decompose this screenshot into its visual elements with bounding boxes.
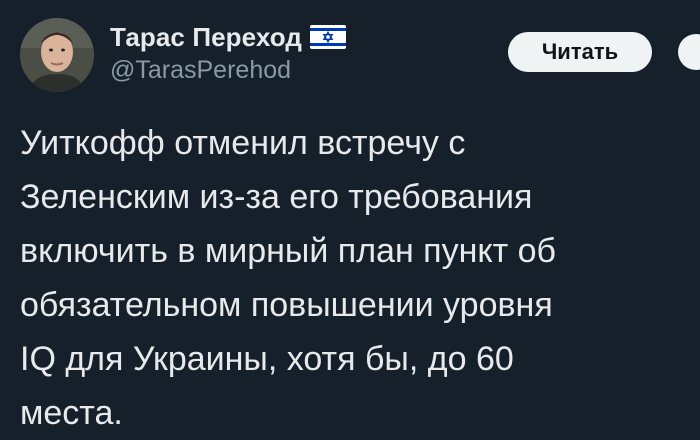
tweet-line: места.	[20, 394, 123, 432]
author-block: Тарас Переход @TarasPerehod	[110, 20, 347, 85]
follow-button[interactable]: Читать	[508, 32, 652, 72]
display-name[interactable]: Тарас Переход	[110, 22, 302, 53]
more-icon[interactable]	[672, 28, 700, 76]
author-handle[interactable]: @TarasPerehod	[110, 56, 346, 85]
avatar[interactable]	[20, 18, 94, 92]
tweet-line: IQ для Украины, хотя бы, до 60	[20, 340, 514, 378]
name-row: Тарас Переход	[110, 20, 347, 54]
israel-flag-icon	[310, 25, 347, 49]
tweet-text: Уиткофф отменил встречу с Зеленским из-з…	[20, 116, 690, 440]
tweet-line: включить в мирный план пункт об	[20, 232, 557, 270]
tweet-card: Тарас Переход @TarasPerehod Читать Уитко…	[0, 0, 700, 436]
tweet-line: Уиткофф отменил встречу с	[20, 124, 466, 162]
avatar-photo-icon	[20, 18, 94, 92]
tweet-line: обязательном повышении уровня	[20, 286, 553, 324]
tweet-line: Зеленским из-за его требования	[20, 178, 533, 216]
